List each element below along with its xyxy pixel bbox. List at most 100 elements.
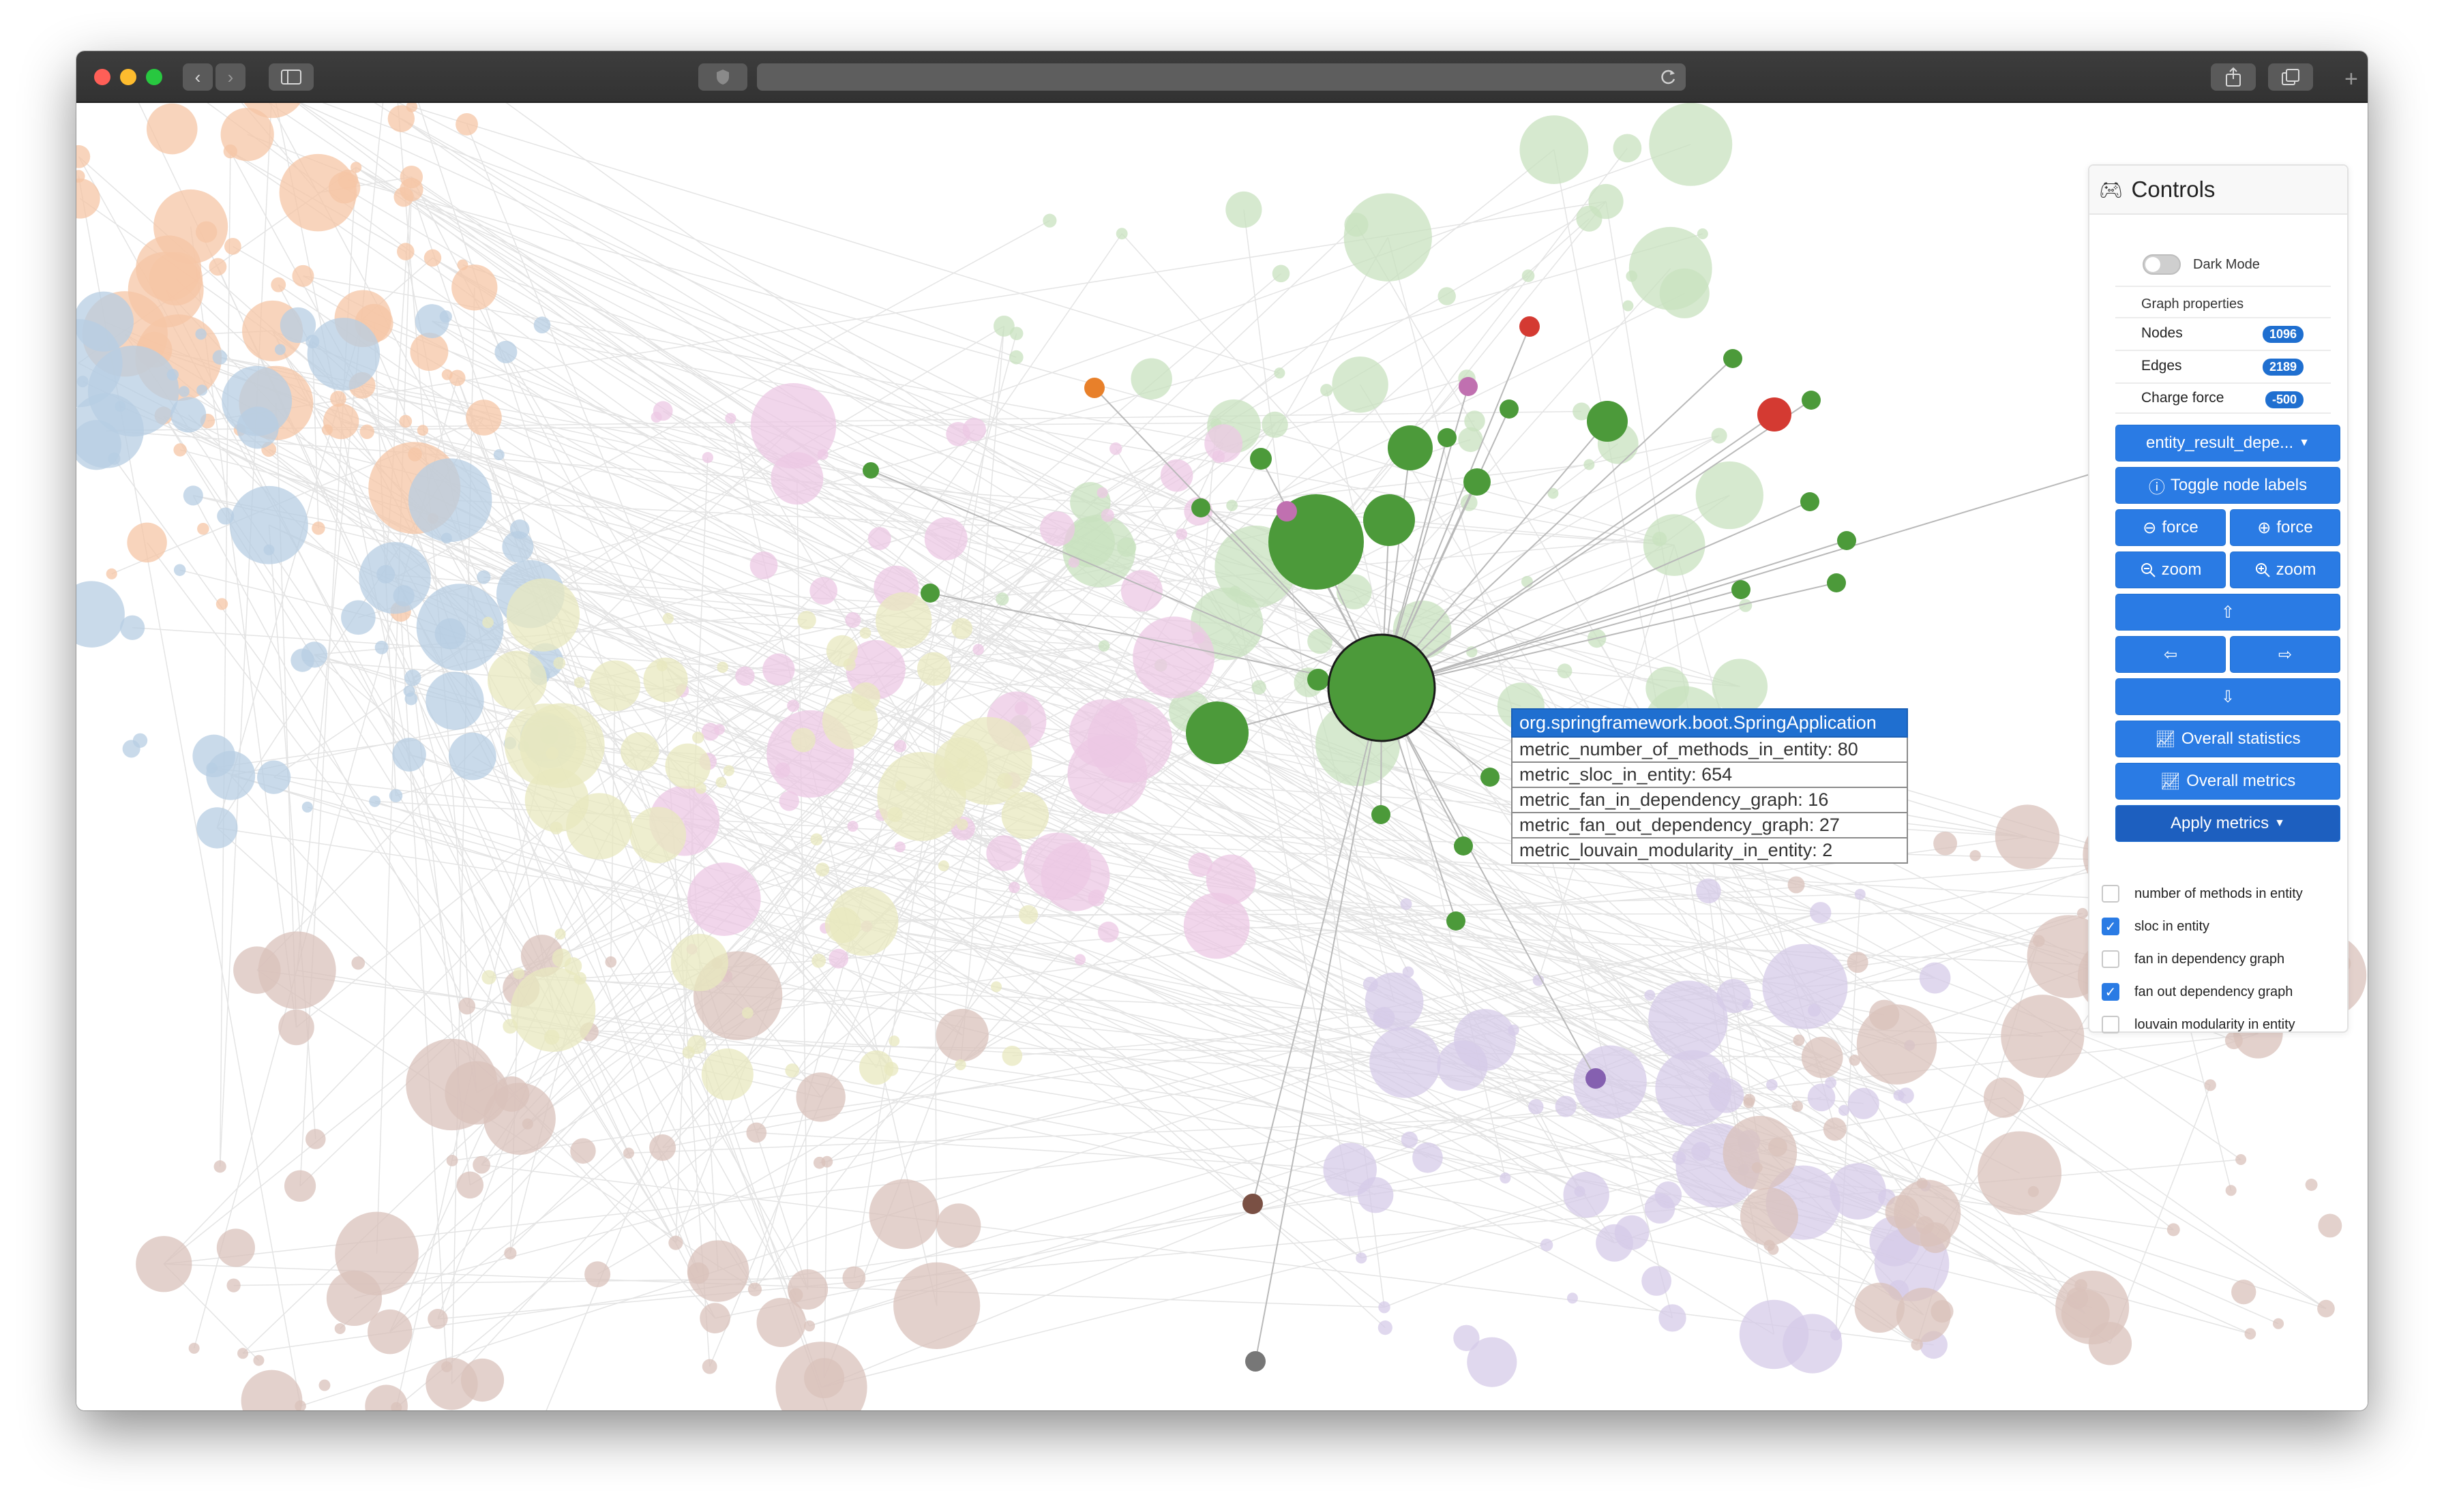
graph-node[interactable] [936, 1203, 981, 1248]
graph-node[interactable] [813, 1156, 826, 1169]
focused-node[interactable] [1327, 633, 1436, 742]
graph-node[interactable] [692, 731, 704, 744]
graph-node[interactable] [573, 677, 586, 689]
graph-node[interactable] [1043, 213, 1057, 228]
graph-node[interactable] [1648, 980, 1728, 1061]
graph-node[interactable] [803, 1320, 816, 1332]
graph-node[interactable] [623, 1147, 635, 1159]
forward-button[interactable]: › [215, 63, 245, 91]
graph-node[interactable] [241, 1370, 303, 1410]
graph-node[interactable] [2318, 1213, 2342, 1238]
graph-node[interactable] [972, 644, 984, 656]
graph-node[interactable] [1765, 1078, 1778, 1091]
graph-node[interactable] [1854, 1282, 1905, 1333]
graph-node[interactable] [292, 264, 314, 287]
graph-node[interactable] [1528, 1099, 1544, 1115]
graph-node[interactable] [76, 581, 125, 648]
dataset-dropdown[interactable]: entity_result_depe... ▼ [2115, 425, 2340, 462]
graph-node[interactable] [1933, 831, 1958, 856]
graph-node[interactable] [183, 485, 203, 506]
graph-node[interactable] [1576, 205, 1603, 232]
graph-node[interactable] [263, 544, 275, 556]
graph-node[interactable] [788, 1288, 803, 1303]
graph-node[interactable] [1743, 1093, 1756, 1106]
metric-option-methods[interactable]: number of methods in entity [2102, 880, 2303, 907]
graph-node[interactable] [1369, 1027, 1441, 1098]
graph-node[interactable] [1885, 1194, 1920, 1229]
checkbox-fan-in[interactable] [2102, 950, 2119, 968]
graph-node[interactable] [824, 907, 861, 943]
graph-node[interactable] [1023, 832, 1092, 901]
graph-node[interactable] [1133, 616, 1215, 699]
graph-node[interactable] [274, 344, 286, 355]
graph-node[interactable] [456, 1171, 484, 1199]
graph-node[interactable] [493, 449, 505, 461]
graph-node[interactable] [400, 166, 423, 189]
graph-node[interactable] [815, 862, 830, 877]
graph-node[interactable] [762, 653, 795, 686]
graph-node[interactable] [1480, 768, 1500, 787]
graph-node[interactable] [1555, 1095, 1577, 1117]
graph-node[interactable] [449, 369, 466, 387]
graph-node[interactable] [1160, 459, 1193, 492]
graph-node[interactable] [2231, 1280, 2256, 1305]
pan-up-button[interactable]: ⇧ [2115, 594, 2340, 631]
toggle-node-labels-button[interactable]: ⓘ Toggle node labels [2115, 467, 2340, 504]
graph-node[interactable] [1463, 468, 1491, 496]
graph-node[interactable] [1626, 270, 1638, 282]
graph-node[interactable] [936, 1008, 989, 1062]
graph-node[interactable] [1226, 500, 1238, 511]
graph-node[interactable] [895, 780, 906, 791]
graph-node[interactable] [893, 740, 907, 753]
pan-left-button[interactable]: ⇦ [2115, 636, 2226, 673]
graph-node[interactable] [76, 291, 134, 352]
graph-node[interactable] [196, 384, 208, 396]
graph-node[interactable] [502, 531, 534, 563]
graph-node[interactable] [1540, 1238, 1553, 1252]
graph-node[interactable] [374, 640, 389, 654]
graph-node[interactable] [1019, 905, 1039, 924]
graph-node[interactable] [217, 507, 235, 525]
graph-node[interactable] [397, 243, 415, 260]
dark-mode-toggle[interactable] [2143, 254, 2181, 275]
graph-node[interactable] [1649, 103, 1733, 186]
graph-node[interactable] [482, 616, 494, 629]
graph-node[interactable] [1644, 989, 1656, 1001]
force-decrease-button[interactable]: ⊖ force [2115, 509, 2226, 546]
graph-node[interactable] [1622, 300, 1634, 312]
graph-node[interactable] [938, 860, 949, 872]
graph-node[interactable] [656, 660, 668, 671]
graph-node[interactable] [197, 522, 209, 535]
graph-node[interactable] [956, 819, 968, 830]
graph-node[interactable] [341, 600, 376, 635]
graph-node[interactable] [917, 652, 951, 686]
graph-node[interactable] [513, 967, 525, 980]
graph-node[interactable] [662, 612, 674, 624]
graph-node[interactable] [1437, 428, 1457, 447]
graph-node[interactable] [566, 793, 633, 860]
graph-node[interactable] [1614, 1215, 1650, 1250]
graph-node[interactable] [206, 762, 218, 774]
graph-node[interactable] [725, 412, 736, 424]
graph-node[interactable] [392, 738, 426, 772]
zoom-out-button[interactable]: zoom [2115, 551, 2226, 588]
graph-node[interactable] [1563, 1171, 1609, 1218]
graph-node[interactable] [809, 577, 838, 605]
graph-node[interactable] [376, 564, 396, 584]
apply-metrics-dropdown[interactable]: Apply metrics ▼ [2115, 805, 2340, 842]
graph-node[interactable] [589, 660, 641, 712]
graph-node[interactable] [649, 1134, 676, 1161]
graph-node[interactable] [1583, 459, 1595, 470]
graph-node[interactable] [404, 669, 421, 686]
graph-node[interactable] [290, 648, 314, 672]
graph-node[interactable] [1109, 442, 1122, 455]
graph-node[interactable] [887, 806, 903, 822]
graph-node[interactable] [863, 462, 879, 479]
graph-node[interactable] [962, 417, 987, 442]
graph-node[interactable] [1378, 1301, 1390, 1314]
graph-node[interactable] [749, 551, 778, 579]
graph-node[interactable] [487, 650, 548, 710]
graph-node[interactable] [1810, 902, 1832, 924]
graph-node[interactable] [305, 1129, 326, 1149]
graph-node[interactable] [1585, 1068, 1606, 1089]
